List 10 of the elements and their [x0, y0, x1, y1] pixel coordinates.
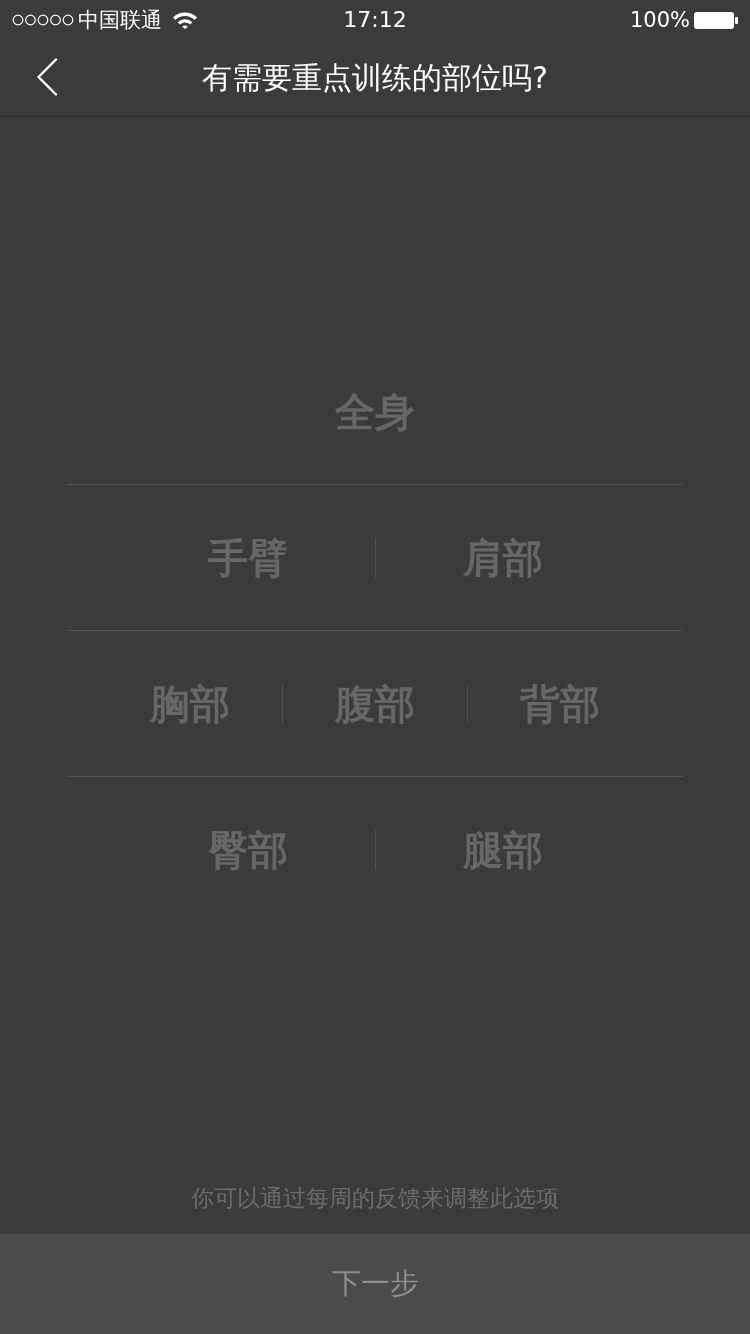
status-time: 17:12: [343, 7, 407, 33]
next-step-button[interactable]: 下一步: [0, 1234, 750, 1334]
signal-dots-icon: [12, 14, 74, 26]
battery-percent: 100%: [629, 7, 690, 33]
page-title: 有需要重点训练的部位吗?: [202, 59, 548, 97]
wifi-icon: [172, 11, 198, 29]
chevron-left-icon: [36, 58, 58, 96]
carrier-name: 中国联通: [78, 7, 162, 33]
battery-icon: [694, 11, 738, 29]
back-button[interactable]: [36, 58, 58, 96]
